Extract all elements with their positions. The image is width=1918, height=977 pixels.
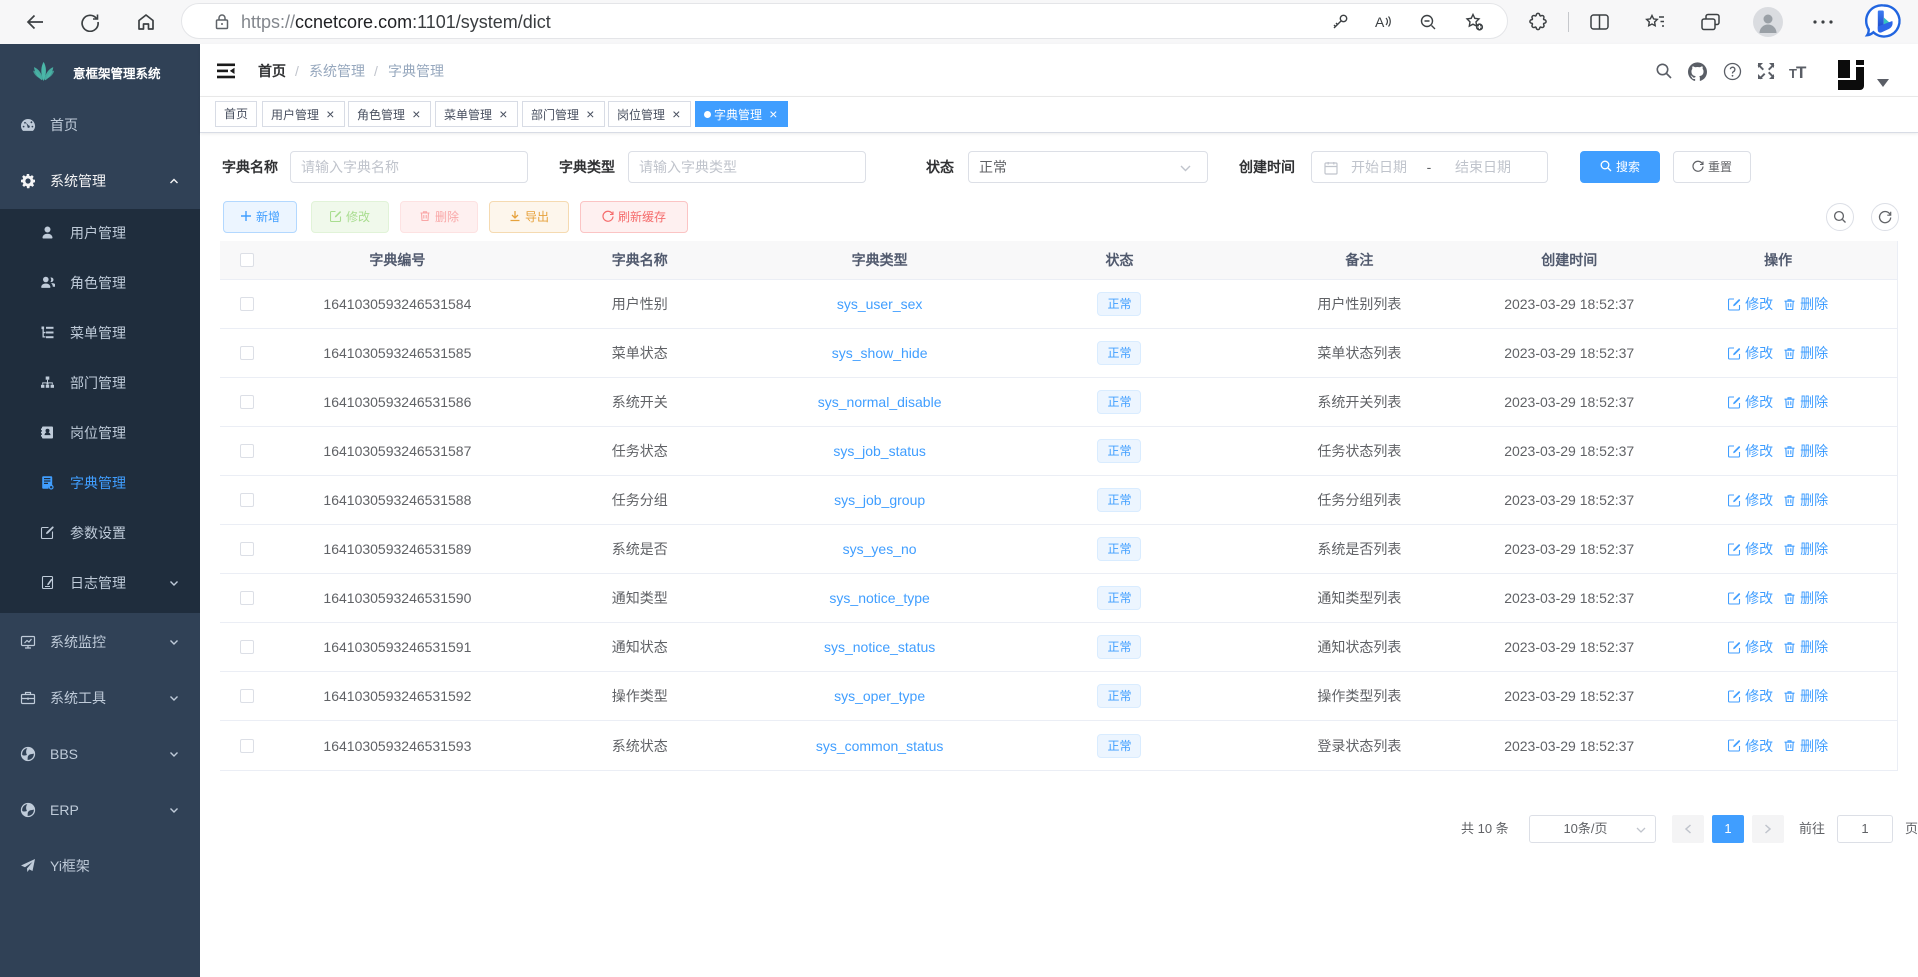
svg-text:A: A <box>1375 14 1385 30</box>
